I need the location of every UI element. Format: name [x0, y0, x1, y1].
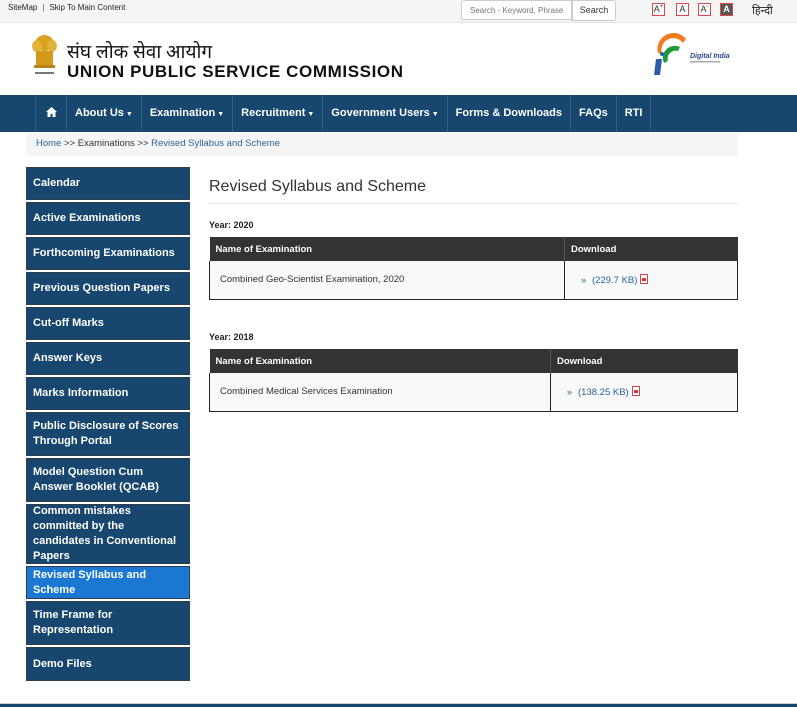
nav-government-users[interactable]: Government Users ▼: [323, 95, 448, 132]
exam-name: Combined Medical Services Examination: [209, 373, 551, 412]
sidebar-item-label: Common mistakes committed by the candida…: [33, 505, 177, 562]
year-label: Year: 2020: [209, 220, 254, 230]
nav-home[interactable]: [35, 95, 67, 132]
sidebar-item-qcab[interactable]: Model Question Cum Answer Booklet (QCAB): [26, 458, 190, 502]
sidebar-item-cutoff-marks[interactable]: Cut-off Marks: [26, 307, 190, 340]
title-divider: [209, 203, 738, 204]
nav-label: Examination: [149, 107, 216, 119]
sidebar-item-previous-question-papers[interactable]: Previous Question Papers: [26, 272, 190, 305]
main-navigation: About Us ▼ Examination ▼ Recruitment ▼ Gove…: [0, 95, 797, 132]
high-contrast-button[interactable]: A: [720, 3, 733, 16]
nav-examination[interactable]: Examination ▼: [142, 95, 234, 132]
nav-label: Forms & Downloads: [455, 107, 563, 119]
sidebar-item-answer-keys[interactable]: Answer Keys: [26, 342, 190, 375]
nav-label: About Us: [75, 107, 124, 119]
nav-label: FAQs: [579, 107, 608, 119]
table-header-row: Name of Examination Download: [209, 349, 738, 373]
sidebar-item-label: Answer Keys: [33, 352, 103, 364]
download-cell: » (138.25 KB): [550, 373, 738, 412]
digital-india-text: Digital India: [690, 53, 730, 60]
caret-down-icon: ▼: [431, 111, 439, 118]
caret-down-icon: ▼: [217, 111, 225, 118]
separator: |: [42, 3, 45, 12]
nav-label: RTI: [624, 107, 643, 119]
table-row: Combined Geo-Scientist Examination, 2020…: [209, 261, 738, 300]
sidebar-item-label: Forthcoming Examinations: [33, 247, 175, 259]
column-header-name: Name of Examination: [209, 349, 551, 373]
caret-down-icon: ▼: [307, 111, 315, 118]
sidebar-item-time-frame[interactable]: Time Frame for Representation: [26, 601, 190, 645]
year-label: Year: 2018: [209, 332, 254, 342]
search-input[interactable]: [461, 0, 572, 20]
sidebar-item-label: Marks Information: [33, 387, 129, 399]
table-row: Combined Medical Services Examination » (…: [209, 373, 738, 412]
breadcrumb-sep: >>: [63, 138, 76, 149]
syllabus-table-2020: Name of Examination Download Combined Ge…: [209, 237, 738, 300]
download-cell: » (229.7 KB): [564, 261, 738, 300]
sidebar-item-label: Time Frame for Representation: [33, 609, 114, 636]
org-title-english: UNION PUBLIC SERVICE COMMISSION: [67, 62, 404, 81]
font-normal-label: A: [679, 4, 686, 14]
nav-faqs[interactable]: FAQs: [571, 95, 617, 132]
sidebar-item-forthcoming-examinations[interactable]: Forthcoming Examinations: [26, 237, 190, 270]
sidebar: Calendar Active Examinations Forthcoming…: [26, 167, 190, 683]
top-links: SiteMap | Skip To Main Content: [8, 3, 125, 12]
font-decrease-button[interactable]: A-: [698, 3, 711, 16]
sidebar-item-label: Public Disclosure of Scores Through Port…: [33, 420, 179, 447]
nav-forms-downloads[interactable]: Forms & Downloads: [448, 95, 572, 132]
caret-down-icon: ▼: [125, 111, 133, 118]
sidebar-item-label: Demo Files: [33, 657, 92, 670]
sitemap-link[interactable]: SiteMap: [8, 3, 37, 12]
table-header-row: Name of Examination Download: [209, 237, 738, 261]
sidebar-item-label: Revised Syllabus and Scheme: [33, 568, 147, 596]
contrast-label: A: [723, 4, 730, 14]
sidebar-item-public-disclosure[interactable]: Public Disclosure of Scores Through Port…: [26, 412, 190, 456]
sidebar-item-label: Model Question Cum Answer Booklet (QCAB): [33, 466, 159, 493]
sidebar-item-label: Calendar: [33, 177, 81, 189]
search-button[interactable]: Search: [572, 0, 616, 21]
sidebar-item-revised-syllabus[interactable]: Revised Syllabus and Scheme: [26, 566, 190, 599]
sidebar-item-label: Previous Question Papers: [33, 282, 170, 294]
column-header-download: Download: [564, 237, 738, 261]
raquo-icon: »: [581, 274, 587, 285]
footer-border: [0, 703, 797, 707]
nav-about-us[interactable]: About Us ▼: [67, 95, 142, 132]
breadcrumb-home[interactable]: Home: [36, 138, 61, 149]
breadcrumb: Home >> Examinations >> Revised Syllabus…: [26, 133, 738, 156]
sidebar-item-label: Cut-off Marks: [33, 317, 104, 329]
sidebar-item-label: Active Examinations: [33, 212, 141, 224]
raquo-icon: »: [567, 386, 573, 397]
pdf-icon[interactable]: [640, 273, 649, 284]
download-link[interactable]: (229.7 KB): [592, 275, 637, 286]
page-title: Revised Syllabus and Scheme: [209, 178, 427, 195]
nav-recruitment[interactable]: Recruitment ▼: [233, 95, 324, 132]
org-title-hindi: संघ लोक सेवा आयोग: [67, 42, 213, 63]
syllabus-table-2018: Name of Examination Download Combined Me…: [209, 349, 738, 412]
sidebar-item-common-mistakes[interactable]: Common mistakes committed by the candida…: [26, 504, 190, 564]
breadcrumb-sep: >>: [137, 138, 149, 149]
breadcrumb-current[interactable]: Revised Syllabus and Scheme: [151, 138, 280, 149]
sidebar-item-calendar[interactable]: Calendar: [26, 167, 190, 200]
nav-label: Recruitment: [241, 107, 306, 119]
font-increase-button[interactable]: A+: [652, 3, 665, 16]
pdf-icon[interactable]: [631, 385, 640, 396]
download-link[interactable]: (138.25 KB): [578, 387, 629, 398]
sidebar-item-demo-files[interactable]: Demo Files: [26, 647, 190, 681]
national-emblem-icon[interactable]: [31, 34, 58, 79]
language-toggle-hindi[interactable]: हिन्दी: [752, 3, 773, 18]
column-header-download: Download: [550, 349, 738, 373]
column-header-name: Name of Examination: [209, 237, 565, 261]
nav-label: Government Users: [331, 107, 430, 119]
sidebar-item-active-examinations[interactable]: Active Examinations: [26, 202, 190, 235]
home-icon: [45, 107, 57, 117]
sidebar-item-marks-information[interactable]: Marks Information: [26, 377, 190, 410]
font-normal-button[interactable]: A: [676, 3, 689, 16]
nav-rti[interactable]: RTI: [617, 95, 652, 132]
digital-india-logo-icon[interactable]: Digital India: [650, 33, 735, 78]
top-utility-bar: SiteMap | Skip To Main Content Search A+ A…: [0, 0, 797, 23]
skip-to-content-link[interactable]: Skip To Main Content: [49, 3, 125, 12]
exam-name: Combined Geo-Scientist Examination, 2020: [209, 261, 565, 300]
breadcrumb-examinations: Examinations: [77, 138, 135, 149]
